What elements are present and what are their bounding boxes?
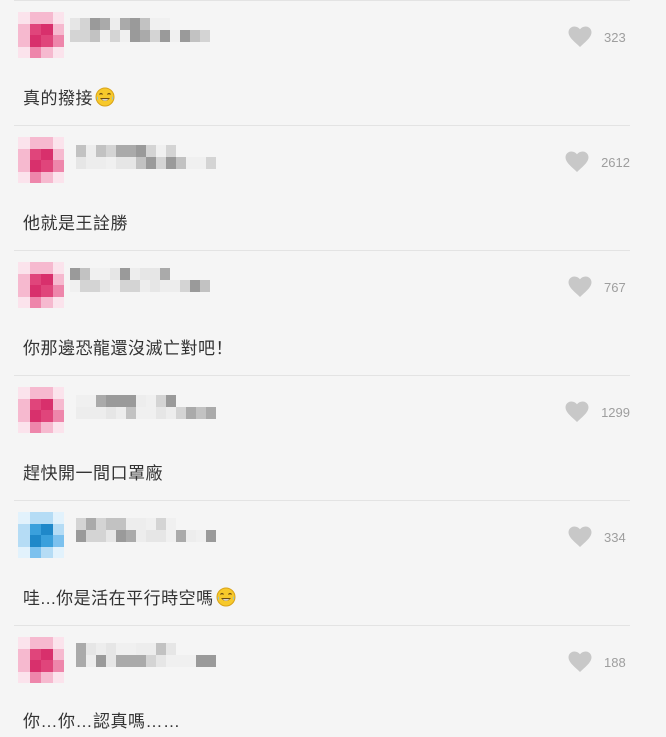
like-count: 188 <box>604 654 626 670</box>
tears-of-joy-emoji-icon <box>216 587 236 607</box>
username-blurred[interactable] <box>76 145 216 169</box>
comment-item: 334 哇...你是活在平行時空嗎 <box>0 500 666 625</box>
comment-item: 323 真的撥接 <box>0 0 666 125</box>
heart-icon[interactable] <box>568 651 592 673</box>
comment-body: 你…你…認真嗎…… <box>23 712 181 731</box>
comment-text: 他就是王詮勝 <box>23 209 128 234</box>
comment-item: 2612 他就是王詮勝 <box>0 125 666 250</box>
user-avatar[interactable] <box>18 12 64 58</box>
comment-item: 1299 趕快開一間口罩廠 <box>0 375 666 500</box>
heart-icon[interactable] <box>565 151 589 173</box>
username-blurred[interactable] <box>70 18 210 42</box>
user-avatar[interactable] <box>18 387 64 433</box>
comment-text: 你那邊恐龍還沒滅亡對吧！ <box>23 334 233 359</box>
heart-icon[interactable] <box>568 526 592 548</box>
like-group: 323 <box>568 26 630 48</box>
comment-item: 188 你…你…認真嗎…… <box>0 625 666 737</box>
like-group: 2612 <box>565 151 630 173</box>
like-count: 334 <box>604 529 626 545</box>
heart-icon[interactable] <box>565 401 589 423</box>
comment-body: 他就是王詮勝 <box>23 214 128 233</box>
divider <box>14 125 630 126</box>
comment-body: 你那邊恐龍還沒滅亡對吧！ <box>23 339 233 358</box>
divider <box>14 250 630 251</box>
username-blurred[interactable] <box>70 268 210 292</box>
like-group: 1299 <box>565 401 630 423</box>
comment-item: 767 你那邊恐龍還沒滅亡對吧！ <box>0 250 666 375</box>
comment-body: 真的撥接 <box>23 89 93 108</box>
user-avatar[interactable] <box>18 637 64 683</box>
heart-icon[interactable] <box>568 276 592 298</box>
comment-text: 你…你…認真嗎…… <box>23 707 181 732</box>
like-count: 323 <box>604 29 626 45</box>
divider <box>14 0 630 1</box>
username-blurred[interactable] <box>76 518 216 542</box>
divider <box>14 500 630 501</box>
like-group: 334 <box>568 526 630 548</box>
comment-body: 哇...你是活在平行時空嗎 <box>23 589 214 608</box>
like-count: 1299 <box>601 404 630 420</box>
divider <box>14 375 630 376</box>
comment-list: 323 真的撥接 2612 他就是王詮勝 767 你那邊恐龍還沒滅亡對吧！ 12… <box>0 0 666 737</box>
username-blurred[interactable] <box>76 643 216 667</box>
like-count: 2612 <box>601 154 630 170</box>
user-avatar[interactable] <box>18 262 64 308</box>
comment-text: 趕快開一間口罩廠 <box>23 459 163 484</box>
username-blurred[interactable] <box>76 395 216 419</box>
like-count: 767 <box>604 279 626 295</box>
divider <box>14 625 630 626</box>
comment-body: 趕快開一間口罩廠 <box>23 464 163 483</box>
heart-icon[interactable] <box>568 26 592 48</box>
user-avatar[interactable] <box>18 512 64 558</box>
like-group: 767 <box>568 276 630 298</box>
comment-text: 真的撥接 <box>23 84 115 109</box>
tears-of-joy-emoji-icon <box>95 87 115 107</box>
comment-text: 哇...你是活在平行時空嗎 <box>23 584 236 609</box>
user-avatar[interactable] <box>18 137 64 183</box>
like-group: 188 <box>568 651 630 673</box>
